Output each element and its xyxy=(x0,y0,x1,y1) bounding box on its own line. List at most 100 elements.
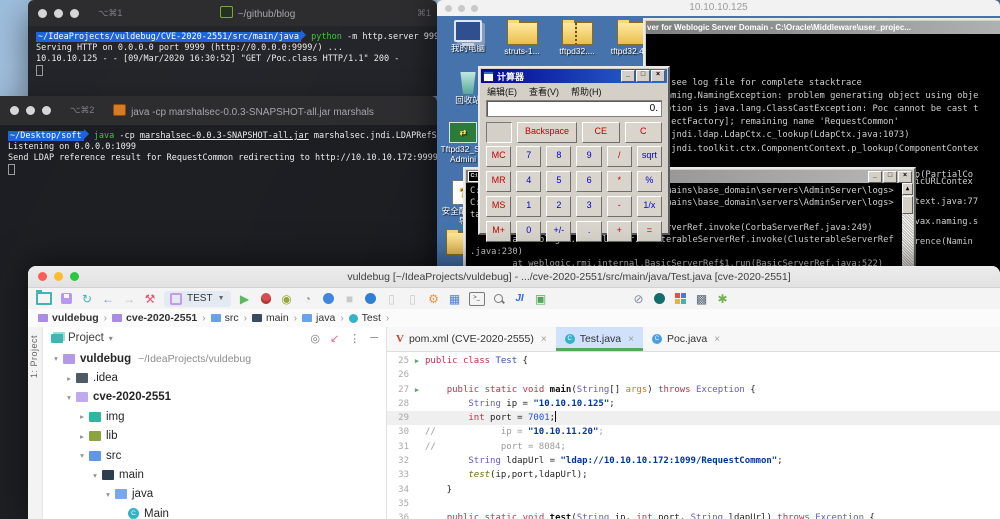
close-button[interactable] xyxy=(38,272,47,281)
stop-icon[interactable]: ■ xyxy=(343,291,357,307)
calc-menu-item[interactable]: 查看(V) xyxy=(529,85,559,98)
calc-button-%[interactable]: % xyxy=(637,171,662,192)
calc-button-backspace[interactable]: Backspace xyxy=(517,122,577,143)
window-controls[interactable] xyxy=(10,106,58,115)
calc-button-9[interactable]: 9 xyxy=(576,146,601,167)
breadcrumb-item-java[interactable]: java xyxy=(302,312,335,324)
calc-button-1[interactable]: 1 xyxy=(516,196,541,217)
desktop-icon-struts-folder[interactable]: struts-1... xyxy=(495,22,549,57)
terminal-icon[interactable]: >_ xyxy=(469,291,485,307)
minimize-button[interactable] xyxy=(54,9,63,18)
jprofiler-icon[interactable]: JI xyxy=(513,291,527,307)
calc-button-0[interactable]: 0 xyxy=(516,221,541,242)
calc-button-sqrt[interactable]: sqrt xyxy=(637,146,662,167)
tree-item-main[interactable]: ▾main xyxy=(43,465,386,484)
desktop-icon-tftpd32-zip[interactable]: tftpd32.... xyxy=(550,22,604,57)
calc-button-M+[interactable]: M+ xyxy=(486,221,511,242)
sync-icon[interactable]: ↻ xyxy=(80,291,94,307)
plugin-grid-icon[interactable] xyxy=(674,291,688,307)
tree-item--idea[interactable]: ▸.idea xyxy=(43,368,386,387)
build-hammer-icon[interactable]: ⚒ xyxy=(143,291,157,307)
run-config-selector[interactable]: TEST▼ xyxy=(164,291,231,307)
calc-button-5[interactable]: 5 xyxy=(546,171,571,192)
save-all-icon[interactable] xyxy=(59,291,73,307)
calc-button-=[interactable]: = xyxy=(637,221,662,242)
window-controls[interactable] xyxy=(38,272,86,281)
breadcrumb-item-src[interactable]: src xyxy=(211,312,239,324)
profile-icon[interactable]: ◔ xyxy=(301,291,315,307)
bashsupport-icon[interactable] xyxy=(364,291,378,307)
dump-threads-icon[interactable]: ▯ xyxy=(385,291,399,307)
breadcrumb-item-vuldebug[interactable]: vuldebug xyxy=(38,312,99,324)
scroll-up-button[interactable]: ▲ xyxy=(902,183,913,195)
project-panel-header[interactable]: Project ▾ ◎↙⋮─ xyxy=(43,327,386,349)
minimize-button[interactable] xyxy=(458,5,465,12)
close-button[interactable] xyxy=(445,5,452,12)
tree-item-main[interactable]: CMain xyxy=(43,504,386,519)
tree-item-img[interactable]: ▸img xyxy=(43,407,386,426)
editor-area[interactable]: Vpom.xml (CVE-2020-2555)×CTest.java×CPoc… xyxy=(387,327,1000,519)
weblogic-console-titlebar[interactable]: ver for Weblogic Server Domain - C:\Orac… xyxy=(646,21,1000,34)
cmd-console-maximize-button[interactable]: □ xyxy=(883,171,897,183)
calc-button-*[interactable]: * xyxy=(607,171,632,192)
window-controls[interactable] xyxy=(445,5,484,12)
qr-plugin-icon[interactable]: ▩ xyxy=(695,291,709,307)
zoom-button[interactable] xyxy=(70,272,79,281)
calculator-maximize-button[interactable]: □ xyxy=(636,70,650,82)
locate-target-icon[interactable]: ◎ xyxy=(310,332,320,345)
calc-button-2[interactable]: 2 xyxy=(546,196,571,217)
breadcrumb-item-test[interactable]: Test xyxy=(349,312,381,324)
calc-button-MC[interactable]: MC xyxy=(486,146,511,167)
search-everywhere-icon[interactable] xyxy=(492,291,506,307)
close-button[interactable] xyxy=(38,9,47,18)
tab-poc-java[interactable]: CPoc.java× xyxy=(643,327,729,351)
calc-button-.[interactable]: . xyxy=(576,221,601,242)
breadcrumb-item-cve-2020-2551[interactable]: cve-2020-2551 xyxy=(112,312,197,324)
calc-button-MR[interactable]: MR xyxy=(486,171,511,192)
open-project-icon[interactable] xyxy=(36,291,52,307)
minimize-button[interactable] xyxy=(26,106,35,115)
close-tab-icon[interactable]: × xyxy=(541,334,547,345)
calc-button-+[interactable]: + xyxy=(607,221,632,242)
calc-button-/[interactable]: / xyxy=(607,146,632,167)
sonarlint-icon[interactable] xyxy=(653,291,667,307)
coverage-icon[interactable]: ◉ xyxy=(280,291,294,307)
gc-icon[interactable]: ▯ xyxy=(406,291,420,307)
calc-button-4[interactable]: 4 xyxy=(516,171,541,192)
close-button[interactable] xyxy=(10,106,19,115)
calc-menu-item[interactable]: 帮助(H) xyxy=(571,85,602,98)
cmd-console-minimize-button[interactable]: _ xyxy=(868,171,882,183)
calc-button-3[interactable]: 3 xyxy=(576,196,601,217)
calc-button-7[interactable]: 7 xyxy=(516,146,541,167)
tree-item-src[interactable]: ▾src xyxy=(43,446,386,465)
calc-button-8[interactable]: 8 xyxy=(546,146,571,167)
hide-panel-icon[interactable]: ─ xyxy=(370,332,378,345)
calculator-titlebar[interactable]: 计算器 _□× xyxy=(481,69,667,83)
close-tab-icon[interactable]: × xyxy=(714,334,720,345)
forward-icon[interactable]: → xyxy=(122,291,136,307)
services-grid-icon[interactable]: ▦ xyxy=(448,291,462,307)
run-icon[interactable]: ▶ xyxy=(238,291,252,307)
async-profiler-icon[interactable] xyxy=(322,291,336,307)
monitor-icon[interactable]: ▣ xyxy=(534,291,548,307)
code-editor[interactable]: 25▶public class Test {26 27▶ public stat… xyxy=(387,351,1000,519)
close-tab-icon[interactable]: × xyxy=(628,334,634,345)
breadcrumb-item-main[interactable]: main xyxy=(252,312,289,324)
calc-button-c[interactable]: C xyxy=(625,122,663,143)
zoom-button[interactable] xyxy=(42,106,51,115)
minimize-button[interactable] xyxy=(54,272,63,281)
window-controls[interactable] xyxy=(38,9,86,18)
calc-menu-item[interactable]: 编辑(E) xyxy=(487,85,517,98)
chevron-down-icon[interactable]: ▾ xyxy=(109,334,113,343)
tab-pom-xml[interactable]: Vpom.xml (CVE-2020-2555)× xyxy=(387,327,556,351)
tool-window-stripe[interactable]: 1: Project xyxy=(28,327,43,519)
zoom-button[interactable] xyxy=(471,5,478,12)
scroll-thumb[interactable] xyxy=(902,196,913,214)
tree-item-cve-2020-2551[interactable]: ▾cve-2020-2551 xyxy=(43,388,386,407)
no-inspection-icon[interactable]: ⊘ xyxy=(632,291,646,307)
calc-button-1/x[interactable]: 1/x xyxy=(637,196,662,217)
terminal1-output[interactable]: ~/IdeaProjects/vuldebug/CVE-2020-2551/sr… xyxy=(28,26,437,96)
calculator-close-button[interactable]: × xyxy=(651,70,665,82)
collapse-all-icon[interactable]: ↙ xyxy=(330,332,339,345)
more-options-icon[interactable]: ⋮ xyxy=(349,332,360,345)
